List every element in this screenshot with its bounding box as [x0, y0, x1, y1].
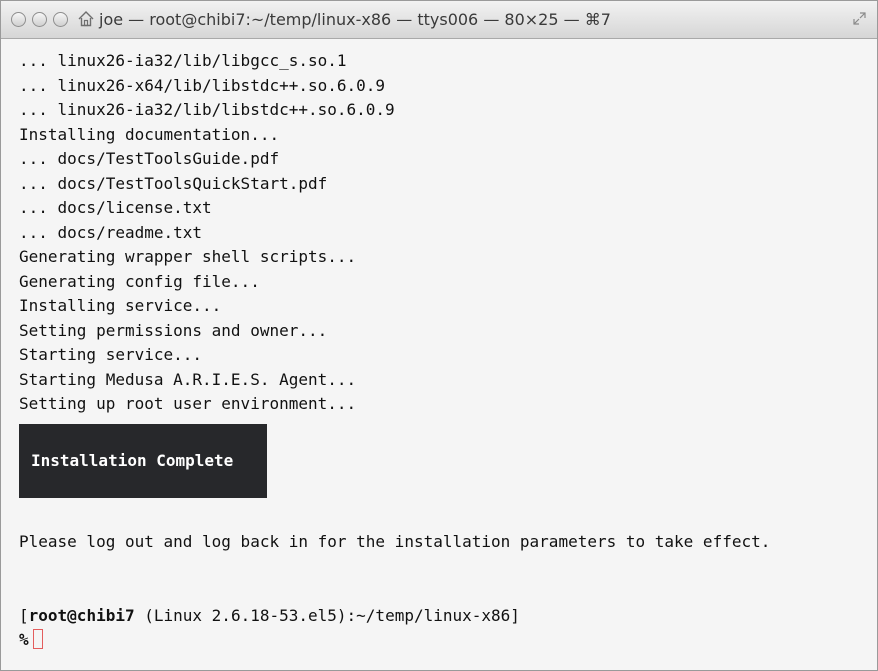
title-bar[interactable]: joe — root@chibi7:~/temp/linux-x86 — tty… [1, 1, 877, 39]
output-line: Generating wrapper shell scripts... [19, 247, 357, 266]
home-icon [78, 11, 94, 27]
terminal-output[interactable]: ... linux26-ia32/lib/libgcc_s.so.1 ... l… [1, 39, 877, 670]
output-line: Installing documentation... [19, 124, 280, 144]
output-line: ... linux26-x64/lib/libstdc++.so.6.0.9 [19, 75, 386, 95]
command-line[interactable]: % [19, 628, 877, 653]
shell-prompt: [root@chibi7 (Linux 2.6.18-53.el5):~/tem… [19, 604, 877, 629]
zoom-button[interactable] [53, 12, 68, 27]
terminal-window: joe — root@chibi7:~/temp/linux-x86 — tty… [0, 0, 878, 671]
output-line: ... linux26-ia32/lib/libgcc_s.so.1 [19, 51, 347, 70]
prompt-symbol: % [19, 630, 29, 649]
close-button[interactable] [11, 12, 26, 27]
window-title: joe — root@chibi7:~/temp/linux-x86 — tty… [99, 10, 611, 29]
output-line: Installing service... [19, 296, 222, 315]
output-line: Starting Medusa A.R.I.E.S. Agent... [19, 369, 357, 389]
output-line: ... docs/TestToolsQuickStart.pdf [19, 173, 328, 193]
output-line: ... docs/readme.txt [19, 222, 203, 242]
prompt-user: root@chibi7 [28, 605, 135, 625]
prompt-open: [ [19, 605, 29, 625]
minimize-button[interactable] [32, 12, 47, 27]
fullscreen-icon[interactable] [852, 11, 867, 26]
prompt-path: (Linux 2.6.18-53.el5):~/temp/linux-x86] [134, 605, 520, 625]
output-line: ... linux26-ia32/lib/libstdc++.so.6.0.9 [19, 100, 395, 119]
output-line: Setting permissions and owner... [19, 320, 328, 340]
output-line: Starting service... [19, 345, 203, 364]
output-line: ... docs/license.txt [19, 198, 212, 217]
banner-area: Installation Complete [19, 422, 877, 506]
cursor[interactable] [32, 629, 43, 649]
output-line: Setting up root user environment... [19, 394, 357, 413]
output-line: ... docs/TestToolsGuide.pdf [19, 149, 280, 168]
installation-complete-banner: Installation Complete [19, 423, 267, 498]
logout-message: Please log out and log back in for the i… [19, 532, 771, 551]
output-line: Generating config file... [19, 271, 260, 291]
